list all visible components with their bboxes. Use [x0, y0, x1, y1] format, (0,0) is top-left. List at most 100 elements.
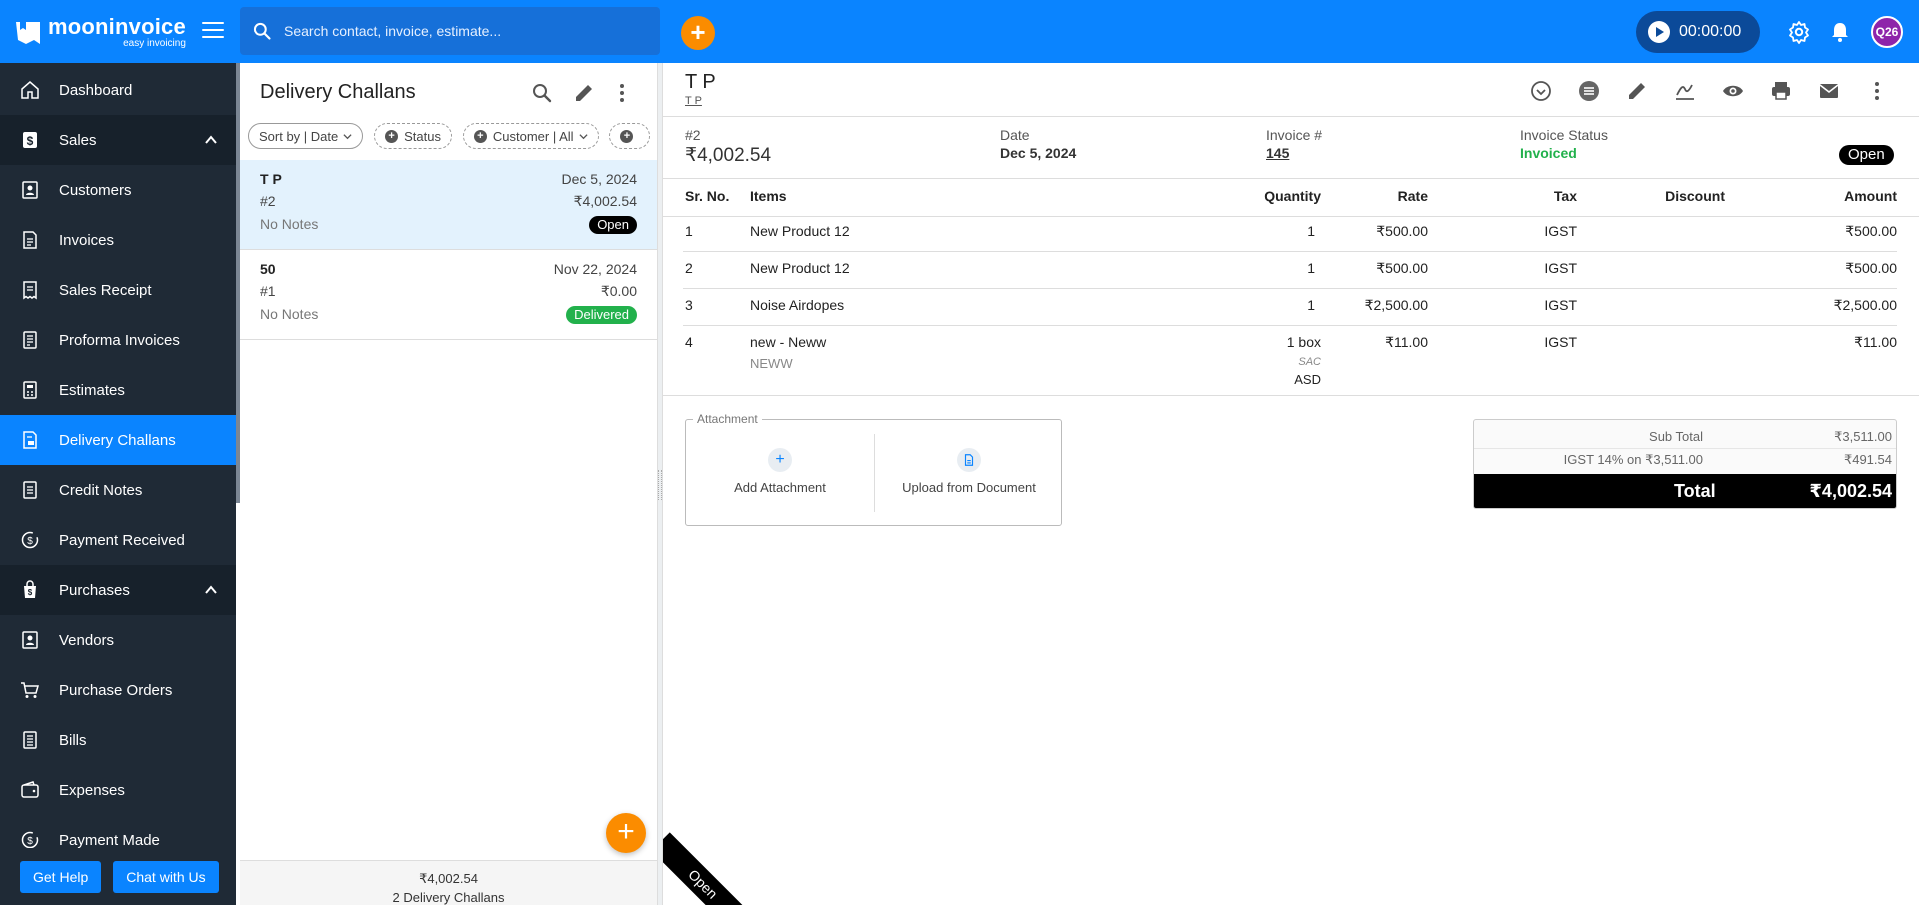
row-tax: IGST	[1544, 297, 1577, 313]
add-attachment-button[interactable]: + Add Attachment	[686, 434, 874, 514]
sidebar-item-bills[interactable]: Bills	[0, 715, 236, 765]
row-item: New Product 12	[750, 223, 850, 239]
delivery-challan-icon	[23, 431, 37, 449]
challan-card[interactable]: 50 Nov 22, 2024 #1 ₹0.00 No Notes Delive…	[240, 250, 657, 340]
get-help-button[interactable]: Get Help	[20, 860, 102, 893]
total-label: Total	[1674, 481, 1716, 501]
row-qty: 1 box	[1286, 334, 1321, 350]
timer-value: 00:00:00	[1679, 23, 1742, 40]
user-avatar[interactable]: Q26	[1871, 16, 1903, 48]
payment-received-icon: $	[21, 531, 39, 549]
add-challan-button[interactable]: +	[606, 813, 646, 853]
sidebar-item-vendors[interactable]: Vendors	[0, 615, 236, 665]
sidebar-item-dashboard[interactable]: Dashboard	[0, 65, 236, 115]
sidebar-item-customers[interactable]: Customers	[0, 165, 236, 215]
quick-add-button[interactable]: +	[681, 16, 715, 50]
sidebar-section-purchases[interactable]: $ Purchases	[0, 565, 236, 615]
invoice-status-label: Invoice Status	[1520, 127, 1608, 143]
sidebar: Dashboard $ Sales Customers Invoices Sal…	[0, 63, 236, 905]
challan-list-panel: Delivery Challans Sort by | Date + Statu…	[240, 63, 657, 905]
col-tax: Tax	[1553, 188, 1577, 204]
estimate-icon	[23, 381, 37, 399]
menu-icon[interactable]	[202, 22, 224, 40]
edit-icon[interactable]	[1625, 79, 1649, 103]
bell-icon[interactable]	[1828, 20, 1852, 44]
row-divider	[683, 288, 1897, 289]
sidebar-item-estimates[interactable]: Estimates	[0, 365, 236, 415]
search-icon[interactable]	[530, 81, 554, 105]
sidebar-item-label: Dashboard	[59, 81, 133, 99]
list-summary: ₹4,002.54 2 Delivery Challans	[240, 860, 657, 905]
sidebar-item-label: Credit Notes	[59, 481, 143, 499]
receipt-icon	[23, 281, 37, 300]
plus-circle-icon: +	[473, 129, 487, 143]
sidebar-section-label: Sales	[59, 131, 97, 149]
invoice-number-label: Invoice #	[1266, 127, 1323, 143]
check-circle-icon[interactable]	[1529, 79, 1553, 103]
splitter-handle[interactable]	[658, 470, 662, 500]
sidebar-item-expenses[interactable]: Expenses	[0, 765, 236, 815]
sidebar-item-proforma-invoices[interactable]: Proforma Invoices	[0, 315, 236, 365]
convert-icon[interactable]	[1577, 79, 1601, 103]
list-title: Delivery Challans	[260, 81, 416, 103]
customer-filter-label: Customer | All	[492, 128, 574, 144]
signature-icon[interactable]	[1673, 79, 1697, 103]
sidebar-section-label: Purchases	[59, 581, 130, 599]
upload-document-label: Upload from Document	[902, 480, 1036, 495]
sidebar-section-sales[interactable]: $ Sales	[0, 115, 236, 165]
sidebar-item-purchase-orders[interactable]: Purchase Orders	[0, 665, 236, 715]
detail-customer-link[interactable]: T P	[685, 95, 702, 107]
row-rate: ₹500.00	[1376, 223, 1428, 239]
invoice-number-link[interactable]: 145	[1266, 145, 1289, 161]
sidebar-item-delivery-challans[interactable]: Delivery Challans	[0, 415, 236, 465]
more-vert-icon[interactable]	[1865, 79, 1889, 103]
attachment-legend: Attachment	[693, 412, 762, 426]
sidebar-item-sales-receipt[interactable]: Sales Receipt	[0, 265, 236, 315]
print-icon[interactable]	[1769, 79, 1793, 103]
search-input[interactable]	[284, 23, 644, 39]
customer-filter-chip[interactable]: + Customer | All	[462, 123, 599, 149]
row-rate: ₹11.00	[1385, 334, 1428, 350]
wallet-icon	[21, 781, 39, 798]
preview-eye-icon[interactable]	[1721, 79, 1745, 103]
card-notes: No Notes	[260, 306, 319, 322]
status-filter-chip[interactable]: + Status	[374, 123, 452, 149]
table-bottom-divider	[663, 395, 1919, 396]
plus-icon: +	[768, 448, 792, 472]
upload-document-button[interactable]: Upload from Document	[875, 434, 1063, 514]
sales-icon: $	[23, 132, 37, 148]
chevron-down-icon	[579, 133, 588, 139]
sidebar-item-label: Delivery Challans	[59, 431, 176, 449]
sidebar-item-credit-notes[interactable]: Credit Notes	[0, 465, 236, 515]
date-label: Date	[1000, 127, 1030, 143]
bill-icon	[23, 731, 37, 749]
row-rate: ₹500.00	[1376, 260, 1428, 276]
card-notes: No Notes	[260, 216, 319, 232]
sidebar-item-payment-received[interactable]: $ Payment Received	[0, 515, 236, 565]
edit-icon[interactable]	[572, 81, 596, 105]
svg-text:$: $	[27, 134, 34, 148]
table-header-divider	[663, 216, 1919, 217]
row-divider	[683, 251, 1897, 252]
date-value: Dec 5, 2024	[1000, 145, 1077, 161]
row-tax: IGST	[1544, 260, 1577, 276]
payment-made-icon: $	[21, 831, 39, 849]
sidebar-item-label: Purchase Orders	[59, 681, 173, 699]
settings-icon[interactable]	[1787, 20, 1811, 44]
card-date: Nov 22, 2024	[553, 261, 637, 277]
sidebar-item-invoices[interactable]: Invoices	[0, 215, 236, 265]
list-count: 2 Delivery Challans	[392, 890, 505, 905]
logo[interactable]: mooninvoice easy invoicing	[14, 16, 186, 49]
filter-bar: Sort by | Date + Status + Customer | All…	[248, 123, 653, 155]
challan-card[interactable]: T P Dec 5, 2024 #2 ₹4,002.54 No Notes Op…	[240, 160, 657, 250]
row-sac-value: ASD	[1294, 372, 1321, 387]
svg-text:$: $	[28, 588, 33, 597]
subtotal-row: Sub Total ₹3,511.00	[1474, 426, 1896, 448]
sort-chip[interactable]: Sort by | Date	[248, 123, 364, 149]
timer-button[interactable]: 00:00:00	[1636, 11, 1760, 53]
more-filter-chip[interactable]: +	[609, 123, 651, 149]
more-vert-icon[interactable]	[610, 81, 634, 105]
chat-button[interactable]: Chat with Us	[113, 860, 219, 893]
logo-icon	[16, 21, 40, 44]
email-icon[interactable]	[1817, 79, 1841, 103]
